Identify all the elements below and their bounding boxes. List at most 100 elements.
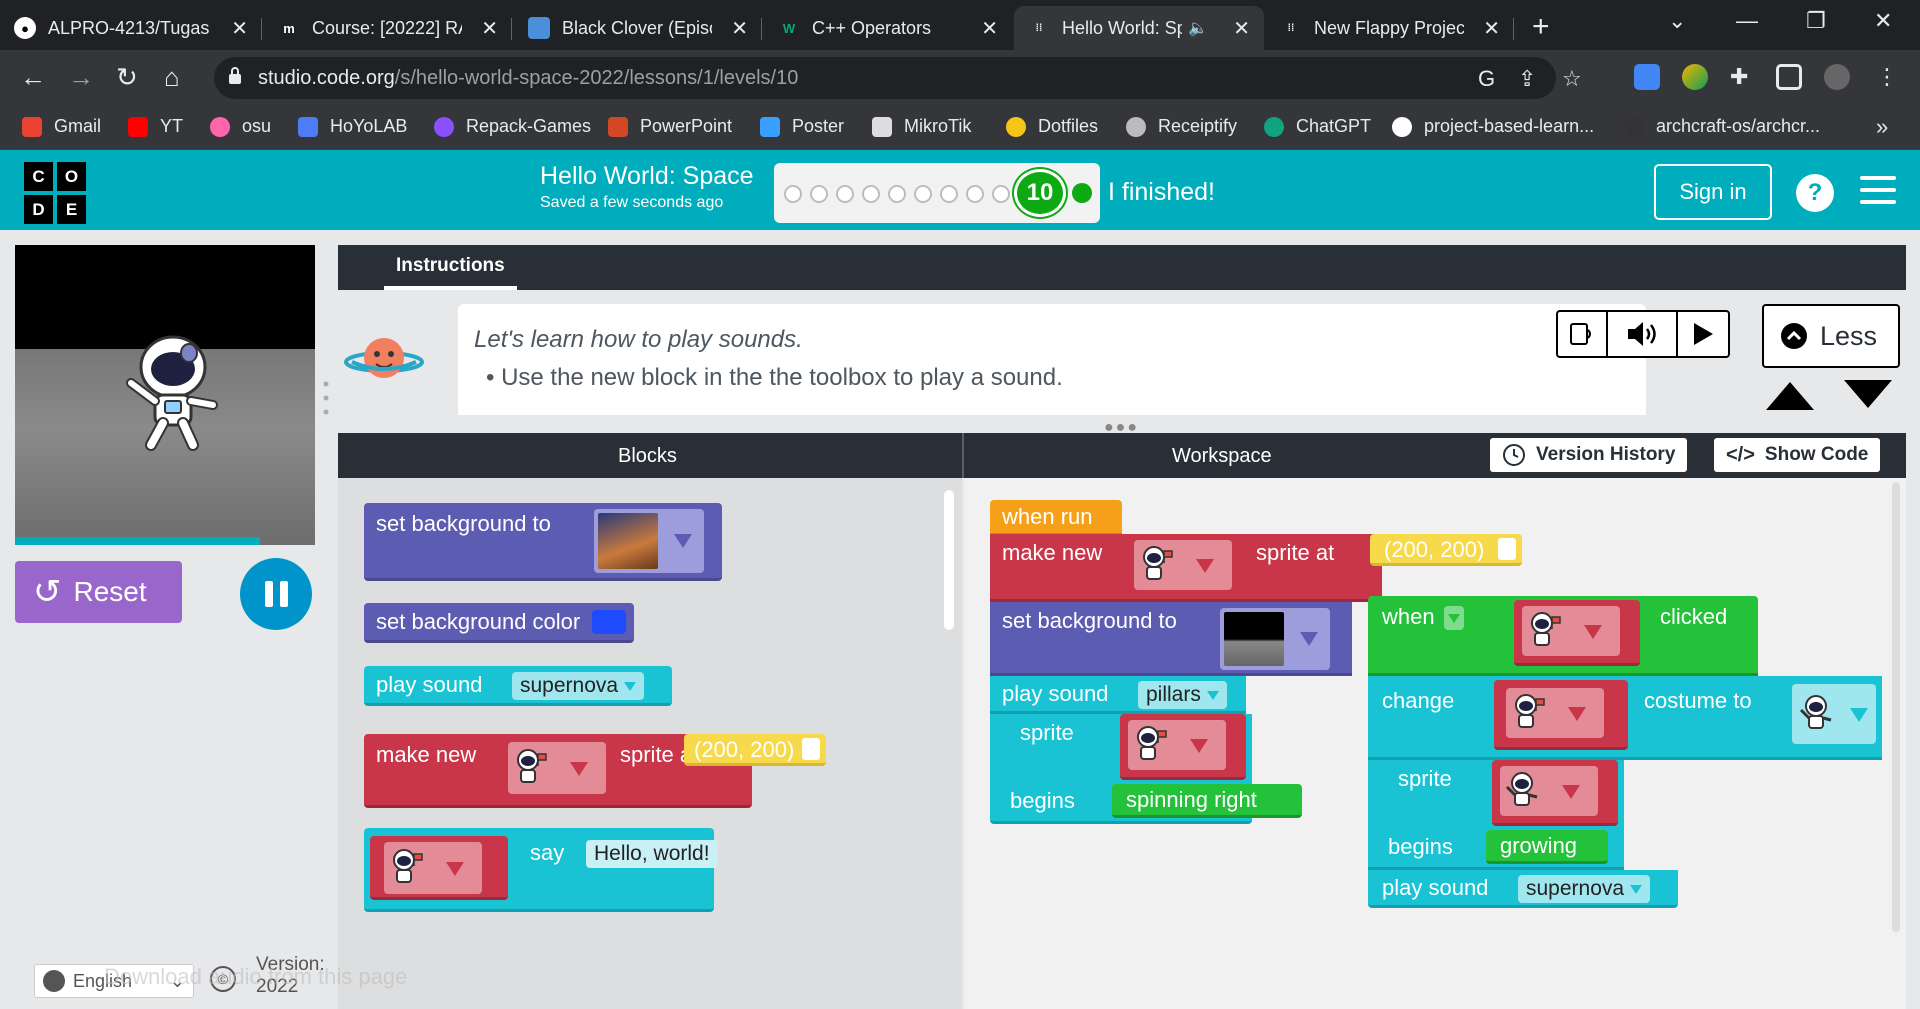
pause-button[interactable]	[240, 558, 312, 630]
set-background-block[interactable]: set background to	[364, 503, 722, 581]
minimize-icon[interactable]: —	[1736, 8, 1758, 34]
bookmark-item[interactable]: Repack-Games	[434, 116, 591, 137]
browser-tab[interactable]: Black Clover (Episo ✕	[514, 6, 762, 50]
close-icon[interactable]: ✕	[231, 16, 248, 41]
google-icon[interactable]: G	[1478, 66, 1495, 92]
level-dot-complete[interactable]	[1072, 183, 1092, 203]
menu-dots-icon[interactable]: ⋮	[1876, 64, 1902, 90]
say-block[interactable]: say Hello, world!	[364, 828, 718, 912]
color-swatch[interactable]	[592, 610, 626, 634]
speaker-icon[interactable]: 🔈	[1188, 18, 1208, 38]
when-clicked-block[interactable]: when clicked	[1368, 596, 1758, 676]
background-dropdown[interactable]	[594, 509, 704, 573]
close-icon[interactable]: ✕	[1233, 16, 1250, 41]
download-audio-link[interactable]: Download audio from this page	[104, 964, 407, 990]
color-extension-icon[interactable]	[1682, 64, 1708, 90]
event-dropdown[interactable]	[1444, 606, 1464, 630]
costume-dropdown[interactable]	[1792, 684, 1876, 744]
tab-instructions[interactable]: Instructions	[384, 245, 517, 290]
close-icon[interactable]: ✕	[981, 16, 998, 41]
bookmark-item[interactable]: YT	[128, 116, 183, 137]
sound-dropdown[interactable]: supernova	[1518, 875, 1651, 903]
bookmark-item[interactable]: PowerPoint	[608, 116, 732, 137]
text-to-speech-icon[interactable]	[1556, 310, 1608, 358]
browser-tab[interactable]: ● ALPRO-4213/Tugas ✕	[0, 6, 262, 50]
translate-extension-icon[interactable]	[1634, 64, 1660, 90]
bookmark-item[interactable]: Dotfiles	[1006, 116, 1098, 137]
more-bookmarks-icon[interactable]: »	[1876, 114, 1888, 140]
extensions-icon[interactable]: ✚	[1730, 64, 1756, 90]
sprite-dropdown[interactable]	[1506, 688, 1604, 738]
bookmark-item[interactable]: Receiptify	[1126, 116, 1237, 137]
sprite-input-block[interactable]	[1514, 600, 1640, 666]
set-background-color-block[interactable]: set background color	[364, 603, 634, 643]
bookmark-item[interactable]: Gmail	[22, 116, 101, 137]
share-icon[interactable]: ⇪	[1518, 66, 1536, 92]
location-block[interactable]: (200, 200)	[1370, 534, 1522, 566]
sprite-begins-block[interactable]: sprite begins spinning right	[990, 714, 1302, 824]
panel-resize-handle[interactable]	[323, 380, 329, 416]
finished-link[interactable]: I finished!	[1108, 178, 1215, 207]
location-pin-icon[interactable]	[802, 738, 820, 760]
change-costume-block[interactable]: change costume to	[1368, 676, 1882, 760]
version-history-button[interactable]: Version History	[1490, 438, 1688, 472]
location-pin-icon[interactable]	[1498, 538, 1516, 560]
scroll-down-icon[interactable]	[1844, 380, 1892, 408]
play-sound-block[interactable]: play sound supernova	[1368, 870, 1678, 908]
level-dot[interactable]	[810, 185, 828, 203]
address-bar[interactable]: studio.code.org/s/hello-world-space-2022…	[214, 57, 1582, 99]
play-audio-icon[interactable]	[1678, 310, 1730, 358]
show-code-button[interactable]: </> Show Code	[1714, 438, 1881, 472]
level-dot[interactable]	[888, 185, 906, 203]
bookmark-item[interactable]: ChatGPT	[1264, 116, 1371, 137]
close-icon[interactable]: ✕	[1483, 16, 1500, 41]
close-window-icon[interactable]: ✕	[1874, 8, 1892, 34]
restore-icon[interactable]: ❐	[1806, 8, 1826, 34]
location-block[interactable]: (200, 200)	[684, 734, 826, 766]
browser-tab[interactable]: W C++ Operators ✕	[764, 6, 1012, 50]
sprite-input-block[interactable]	[1492, 760, 1618, 826]
level-dot[interactable]	[862, 185, 880, 203]
reset-button[interactable]: ↺ Reset	[15, 561, 182, 623]
bookmark-item[interactable]: project-based-learn...	[1392, 116, 1594, 137]
close-icon[interactable]: ✕	[731, 16, 748, 41]
behavior-block[interactable]: spinning right	[1112, 784, 1302, 818]
less-button[interactable]: Less	[1762, 304, 1900, 368]
sign-in-button[interactable]: Sign in	[1654, 164, 1772, 220]
level-dot[interactable]	[940, 185, 958, 203]
sound-dropdown[interactable]: pillars	[1138, 681, 1227, 709]
play-sound-block[interactable]: play sound supernova	[364, 666, 672, 706]
sprite-dropdown[interactable]	[1128, 720, 1226, 770]
side-panel-icon[interactable]	[1776, 64, 1802, 90]
new-tab-button[interactable]: +	[1532, 10, 1550, 44]
sound-dropdown[interactable]: supernova	[512, 672, 645, 700]
level-dot[interactable]	[784, 185, 802, 203]
bookmark-item[interactable]: Poster	[760, 116, 844, 137]
toolbox-scrollbar[interactable]	[944, 490, 954, 630]
level-dot[interactable]	[992, 185, 1010, 203]
game-stage[interactable]	[15, 245, 315, 545]
sprite-dropdown[interactable]	[384, 842, 482, 894]
bookmark-item[interactable]: archcraft-os/archcr...	[1624, 116, 1820, 137]
behavior-block[interactable]: growing	[1486, 830, 1608, 864]
browser-tab[interactable]: m Course: [20222] RA ✕	[264, 6, 512, 50]
home-icon[interactable]: ⌂	[164, 62, 180, 93]
bookmark-star-icon[interactable]: ☆	[1562, 66, 1582, 92]
set-background-block[interactable]: set background to	[990, 602, 1352, 676]
sprite-input-block[interactable]	[1120, 714, 1246, 780]
avatar[interactable]	[1824, 64, 1850, 90]
bookmark-item[interactable]: osu	[210, 116, 271, 137]
current-level-badge[interactable]: 10	[1014, 169, 1066, 217]
background-dropdown[interactable]	[1220, 608, 1330, 670]
bookmark-item[interactable]: HoYoLAB	[298, 116, 407, 137]
say-text-input[interactable]: Hello, world!	[586, 840, 718, 868]
scroll-up-icon[interactable]	[1766, 382, 1814, 410]
code-org-logo[interactable]: C O D E	[24, 162, 86, 224]
level-dot[interactable]	[914, 185, 932, 203]
sprite-dropdown[interactable]	[508, 742, 606, 794]
level-dot[interactable]	[836, 185, 854, 203]
browser-tab-active[interactable]: ⁞⁞ Hello World: Sp 🔈 ✕	[1014, 6, 1264, 50]
sprite-dropdown[interactable]	[1500, 766, 1598, 816]
level-dot[interactable]	[966, 185, 984, 203]
back-icon[interactable]: ←	[20, 62, 46, 93]
